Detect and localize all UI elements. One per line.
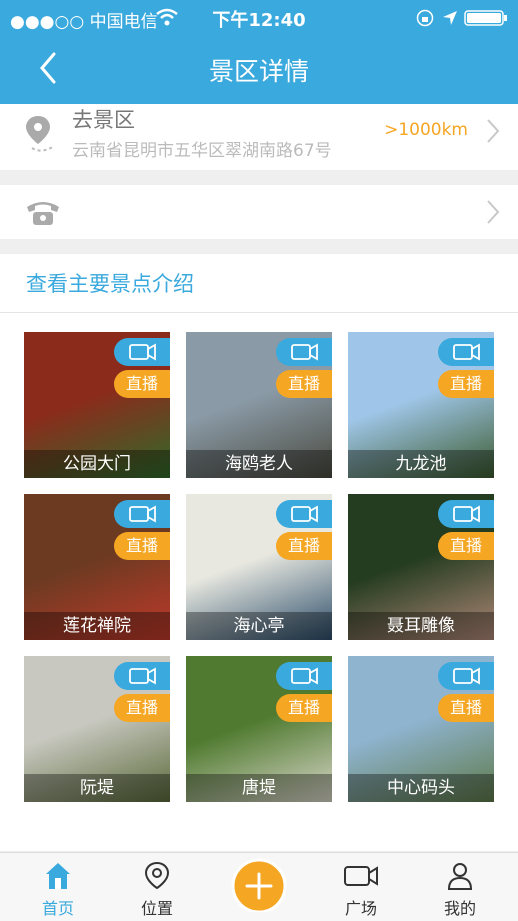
spot-name: 公园大门 [24, 450, 170, 478]
tab-location[interactable]: 位置 [107, 853, 207, 921]
live-badge[interactable]: 直播 [438, 694, 494, 722]
scenic-spot-card[interactable]: 直播莲花禅院 [24, 494, 170, 640]
video-camera-icon[interactable] [114, 338, 170, 366]
video-camera-icon[interactable] [438, 338, 494, 366]
location-pin-icon [26, 116, 55, 152]
scenic-spot-card[interactable]: 直播公园大门 [24, 332, 170, 478]
status-bar: ●●●○○ 中国电信 下午12:40 [0, 0, 518, 34]
tab-label: 位置 [140, 899, 173, 918]
add-button[interactable] [229, 852, 289, 912]
address-row[interactable]: 去景区 云南省昆明市五华区翠湖南路67号 >1000km [0, 104, 518, 170]
tab-label: 我的 [443, 899, 476, 918]
scenic-spot-card[interactable]: 直播海心亭 [186, 494, 332, 640]
scenic-spot-card[interactable]: 直播海鸥老人 [186, 332, 332, 478]
section-title: 查看主要景点介绍 [26, 272, 194, 296]
address-detail: 云南省昆明市五华区翠湖南路67号 [72, 141, 332, 161]
video-icon [344, 866, 378, 886]
distance-label: >1000km [384, 120, 468, 140]
video-camera-icon[interactable] [276, 338, 332, 366]
tab-home[interactable]: 首页 [8, 853, 108, 921]
tab-square[interactable]: 广场 [311, 853, 411, 921]
scenic-spot-card[interactable]: 直播聂耳雕像 [348, 494, 494, 640]
live-badge[interactable]: 直播 [438, 532, 494, 560]
scenic-spot-card[interactable]: 直播九龙池 [348, 332, 494, 478]
tab-label: 首页 [41, 899, 74, 918]
status-time: 下午12:40 [212, 10, 306, 31]
spot-name: 中心码头 [348, 774, 494, 802]
live-badge[interactable]: 直播 [114, 532, 170, 560]
navigation-bar: 景区详情 [0, 34, 518, 104]
video-camera-icon[interactable] [114, 500, 170, 528]
spot-name: 莲花禅院 [24, 612, 170, 640]
battery-icon [464, 10, 507, 26]
spot-name: 聂耳雕像 [348, 612, 494, 640]
tab-label: 广场 [344, 899, 377, 918]
live-badge[interactable]: 直播 [276, 532, 332, 560]
spot-name: 海鸥老人 [186, 450, 332, 478]
spot-name: 海心亭 [186, 612, 332, 640]
telephone-icon [27, 202, 59, 225]
location-icon [144, 861, 170, 890]
scenic-spot-card[interactable]: 直播阮堤 [24, 656, 170, 802]
phone-row[interactable] [0, 185, 518, 239]
live-badge[interactable]: 直播 [276, 370, 332, 398]
live-badge[interactable]: 直播 [114, 694, 170, 722]
spot-name: 九龙池 [348, 450, 494, 478]
spot-name: 唐堤 [186, 774, 332, 802]
location-arrow-icon [443, 11, 457, 25]
live-badge[interactable]: 直播 [276, 694, 332, 722]
user-icon [447, 863, 473, 890]
live-badge[interactable]: 直播 [438, 370, 494, 398]
rotation-lock-icon [416, 9, 434, 27]
scenic-spot-card[interactable]: 直播唐堤 [186, 656, 332, 802]
video-camera-icon[interactable] [438, 662, 494, 690]
scenic-spot-grid: 直播 公园大门 直播 海鸥老人 直播 九龙池 直播 莲花禅院 直播 海心亭 直播 聂耳雕像 直播 阮堤 直播… [0, 313, 518, 851]
tab-mine[interactable]: 我的 [410, 853, 510, 921]
page-title: 景区详情 [208, 57, 309, 86]
home-icon [46, 863, 70, 889]
chevron-right-icon [487, 200, 500, 224]
video-camera-icon[interactable] [114, 662, 170, 690]
address-label: 去景区 [72, 108, 135, 132]
video-camera-icon[interactable] [438, 500, 494, 528]
chevron-right-icon [487, 119, 500, 143]
scenic-spot-card[interactable]: 直播中心码头 [348, 656, 494, 802]
live-badge[interactable]: 直播 [114, 370, 170, 398]
video-camera-icon[interactable] [276, 662, 332, 690]
section-header: 查看主要景点介绍 [0, 254, 518, 313]
spot-name: 阮堤 [24, 774, 170, 802]
video-camera-icon[interactable] [276, 500, 332, 528]
